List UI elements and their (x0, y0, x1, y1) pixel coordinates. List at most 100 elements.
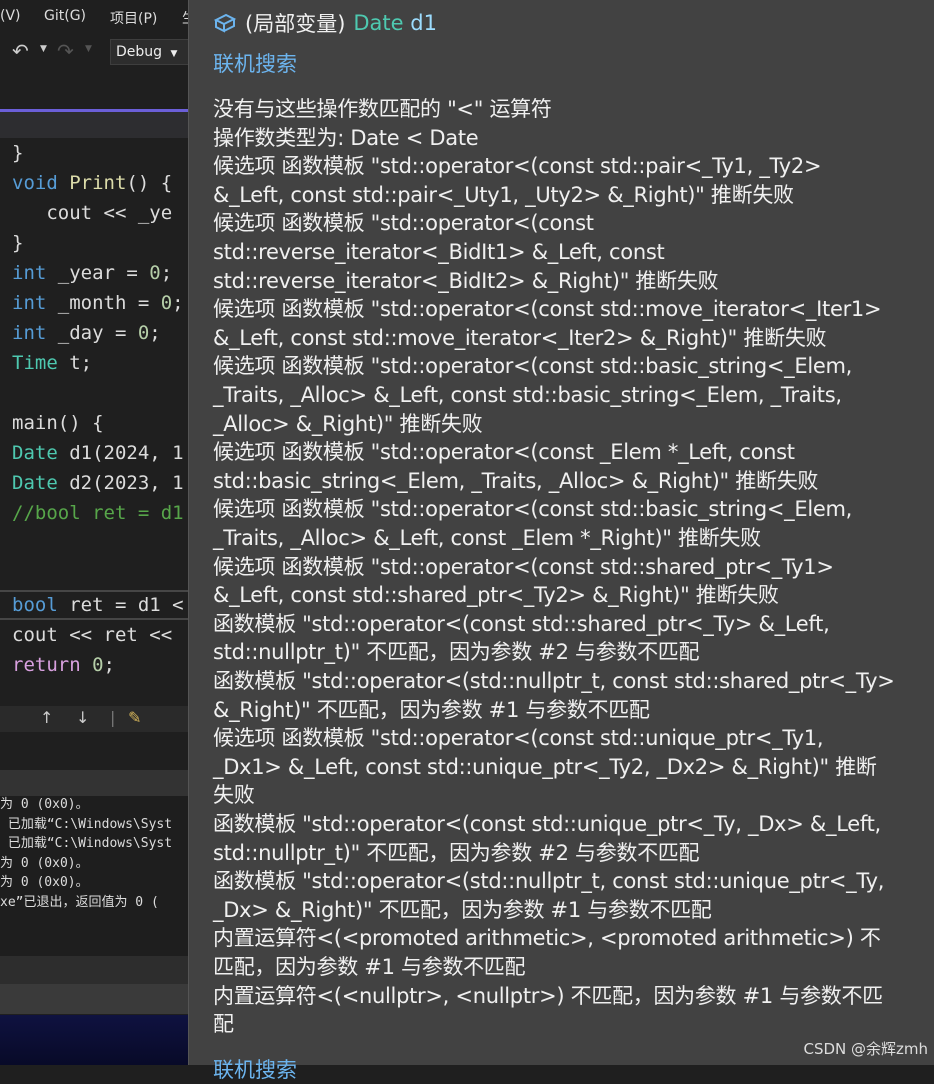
undo-icon[interactable]: ↶ (12, 39, 29, 63)
error-line: std::reverse_iterator<_BidIt2> &_Right)"… (213, 268, 719, 293)
code-token: Date (12, 442, 70, 464)
error-line: &_Left, const std::shared_ptr<_Ty2> &_Ri… (213, 583, 779, 608)
error-line: 函数模板 "std::operator<(const std::unique_p… (213, 812, 881, 836)
code-token: //bool ret = d1 (12, 502, 184, 524)
code-token: 0 (160, 292, 173, 314)
output-line: 为 0 (0x0)。 (0, 855, 89, 871)
code-token: 0 (92, 654, 104, 676)
find-bar: ↑ ↓ | ✎ (0, 706, 190, 732)
code-token: int (12, 262, 58, 284)
code-line: int _year = 0; (12, 258, 172, 288)
code-token: int (12, 292, 58, 314)
code-token: ret = d1 < (69, 594, 184, 616)
editor-tab-strip (0, 112, 190, 138)
error-line: std::reverse_iterator<_BidIt1> &_Left, c… (213, 240, 665, 264)
error-line: std::nullptr_t)" 不匹配，因为参数 #2 与参数不匹配 (213, 640, 700, 665)
code-token: t; (69, 352, 93, 374)
error-line: 候选项 函数模板 "std::operator<(const std::shar… (213, 554, 834, 579)
output-line: 已加载“C:\Windows\Syst (0, 836, 173, 851)
error-line: 候选项 函数模板 "std::operator<(const std::move… (213, 297, 882, 322)
code-token: ; (149, 322, 161, 344)
code-line: } (12, 138, 23, 168)
error-line: std::nullptr_t)" 不匹配，因为参数 #2 与参数不匹配 (213, 840, 700, 865)
error-line: 候选项 函数模板 "std::operator<(const std::uniq… (213, 726, 824, 751)
error-line: 候选项 函数模板 "std::operator<(const std::basi… (213, 497, 853, 522)
error-line: 候选项 函数模板 "std::operator<(const std::basi… (213, 354, 853, 379)
configuration-select[interactable]: Debug ▼ (110, 39, 190, 65)
error-line: std::basic_string<_Elem, _Traits, _Alloc… (213, 468, 819, 493)
variable-name: d1 (410, 11, 437, 35)
error-line: &_Left, const std::move_iterator<_Iter2>… (213, 325, 827, 350)
code-line: //bool ret = d1 (12, 498, 184, 528)
error-line: 候选项 函数模板 "std::operator<(const _Elem *_L… (213, 440, 795, 465)
code-token: } (12, 142, 24, 164)
code-line: cout << _ye (12, 198, 172, 228)
menu-git[interactable]: Git(G) (44, 8, 86, 24)
error-line: 内置运算符<(<nullptr>, <nullptr>) 不匹配，因为参数 #1… (213, 983, 883, 1008)
code-line: bool ret = d1 < (12, 590, 184, 620)
error-line: 配 (213, 1012, 234, 1037)
error-line: 匹配，因为参数 #1 与参数不匹配 (213, 955, 526, 979)
undo-dropdown-icon[interactable]: ▼ (40, 44, 47, 54)
online-search-link-bottom[interactable]: 联机搜索 (213, 1054, 297, 1084)
output-panel[interactable]: 为 0 (0x0)。 已加载“C:\Windows\Syst 已加载“C:\Wi… (0, 796, 190, 956)
code-line: int _day = 0; (12, 318, 161, 348)
code-token: _month = (57, 292, 161, 314)
code-line: return 0; (12, 650, 115, 680)
chevron-down-icon: ▼ (170, 49, 178, 59)
code-line: } (12, 228, 23, 258)
code-token: int (12, 322, 58, 344)
code-token: } (12, 232, 24, 254)
error-line: 操作数类型为: Date < Date (213, 125, 479, 150)
code-token: () { (126, 172, 173, 194)
error-line: &_Right)" 不匹配，因为参数 #1 与参数不匹配 (213, 697, 650, 722)
online-search-link[interactable]: 联机搜索 (213, 48, 297, 78)
quick-info-tooltip: (局部变量) Date d1 联机搜索 没有与这些操作数匹配的 "<" 运算符 … (188, 0, 934, 1082)
error-line: 函数模板 "std::operator<(const std::shared_p… (213, 611, 830, 636)
code-token: void (12, 172, 70, 194)
toolbar: ↶ ▼ ↷ ▼ Debug ▼ (0, 36, 190, 70)
tooltip-header: (局部变量) Date d1 (213, 8, 437, 38)
arrow-up-icon[interactable]: ↑ (40, 708, 53, 727)
code-line: int _month = 0; (12, 288, 184, 318)
error-line: &_Left, const std::pair<_Uty1, _Uty2> &_… (213, 182, 794, 207)
brush-icon[interactable]: ✎ (128, 708, 141, 727)
output-line: 已加载“C:\Windows\Syst (0, 816, 173, 832)
output-line: xe”已退出，返回值为 0 ( (0, 894, 159, 910)
arrow-down-icon[interactable]: ↓ (76, 708, 89, 727)
code-line: void Print() { (12, 168, 172, 198)
variable-kind: (局部变量) (245, 12, 346, 36)
code-token: Time (12, 352, 70, 374)
error-line: _Alloc> &_Right)" 推断失败 (213, 411, 483, 436)
ide-background: (V) Git(G) 项目(P) 生 ↶ ▼ ↷ ▼ Debug ▼ } void… (0, 0, 190, 1065)
code-token: d2(2023, 1 (69, 472, 184, 494)
error-line: 内置运算符<(<promoted arithmetic>, <promoted … (213, 926, 881, 951)
code-token: ; (160, 262, 173, 284)
code-token: main() { (12, 412, 104, 434)
output-line: 为 0 (0x0)。 (0, 875, 89, 890)
status-bar (0, 984, 190, 1014)
error-line: 候选项 函数模板 "std::operator<(const std::pair… (213, 154, 822, 179)
code-line: Time t; (12, 348, 92, 378)
code-token: return (12, 654, 93, 676)
code-token: 0 (137, 322, 150, 344)
panel-tabs (0, 956, 190, 984)
code-token: cout << ret << (12, 624, 173, 646)
menu-view[interactable]: (V) (0, 8, 21, 24)
code-line: cout << ret << (12, 620, 172, 650)
error-line: _Dx1> &_Left, const std::unique_ptr<_Ty2… (213, 754, 877, 779)
code-line: main() { (12, 408, 104, 438)
code-token: cout << _ye (12, 202, 173, 224)
error-line: _Traits, _Alloc> &_Left, const _Elem *_R… (213, 526, 761, 550)
variable-type[interactable]: Date (353, 11, 403, 35)
error-line: 没有与这些操作数匹配的 "<" 运算符 (213, 97, 552, 121)
code-token: d1(2024, 1 (69, 442, 184, 464)
code-line: Date d1(2024, 1 (12, 438, 184, 468)
error-line: 候选项 函数模板 "std::operator<(const (213, 211, 594, 236)
code-token: _day = (57, 322, 138, 344)
redo-dropdown-icon[interactable]: ▼ (85, 44, 92, 54)
local-variable-icon (213, 13, 237, 33)
redo-icon[interactable]: ↷ (57, 39, 74, 63)
menu-project[interactable]: 项目(P) (110, 8, 157, 28)
code-token: ; (103, 654, 115, 676)
